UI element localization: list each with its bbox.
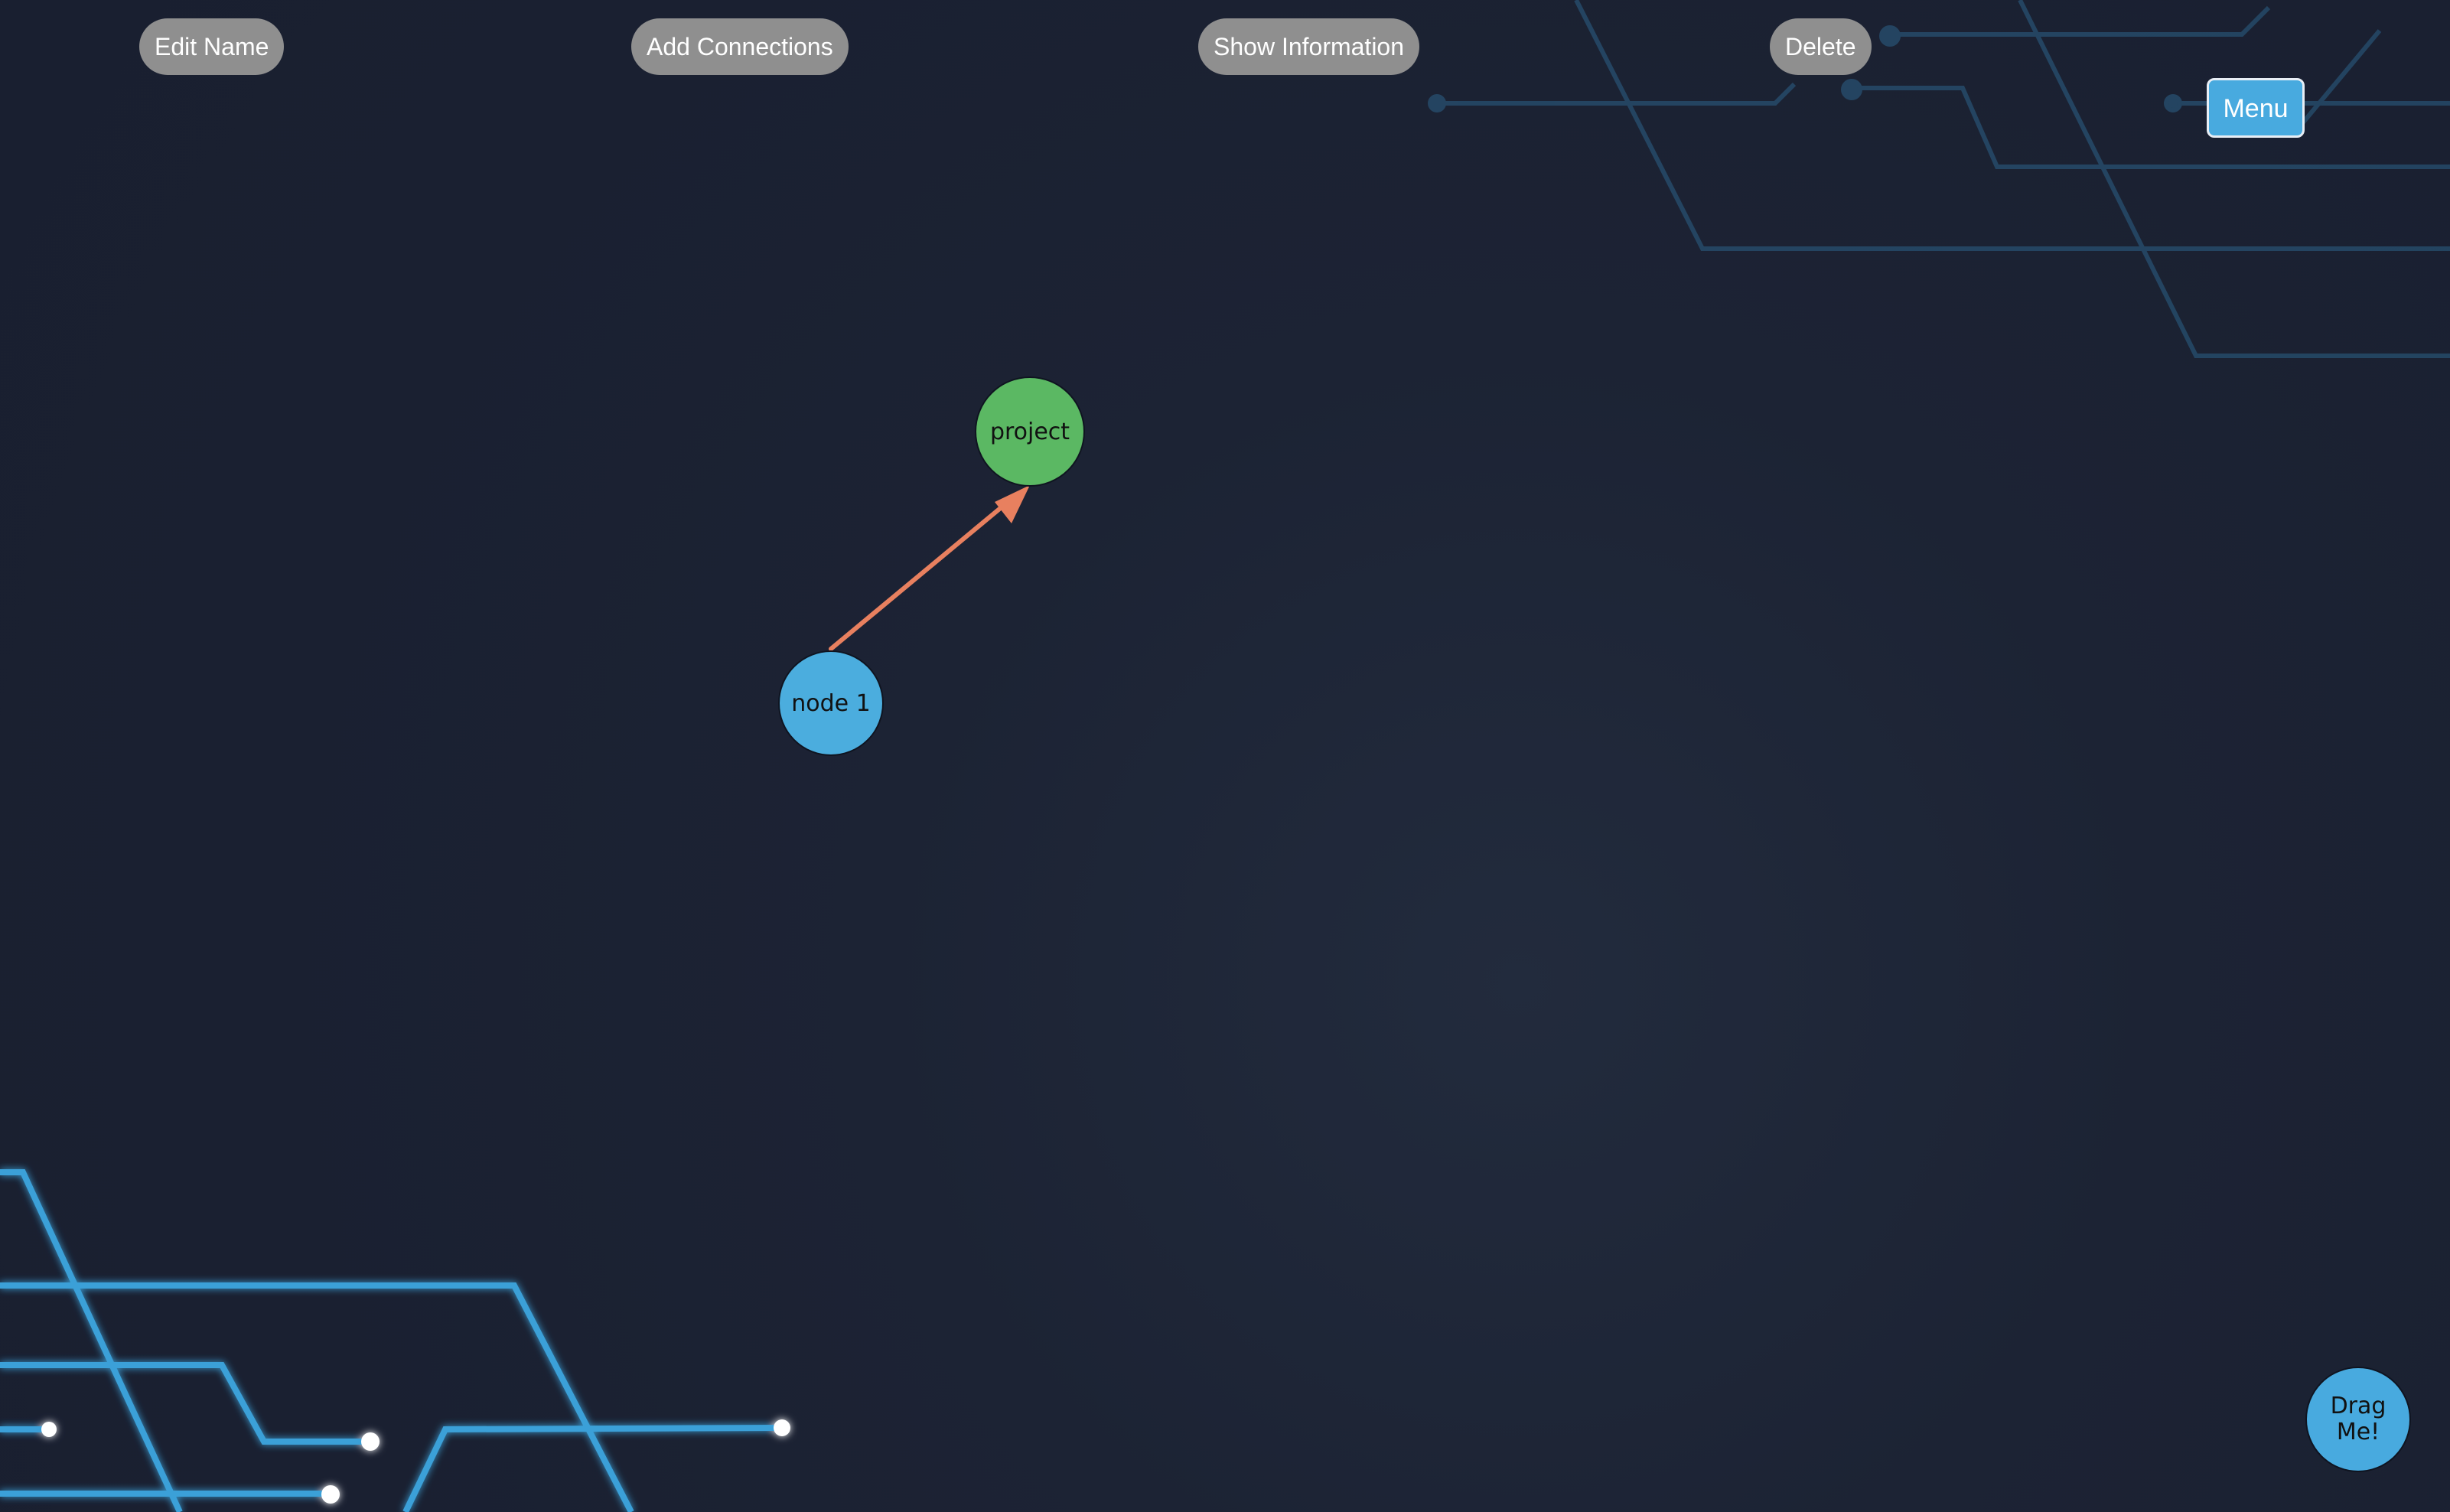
node-label: node 1 — [791, 689, 871, 717]
graph-canvas[interactable]: Edit Name Add Connections Show Informati… — [0, 0, 2450, 1512]
circuit-traces-bottom-left — [0, 1169, 790, 1512]
circuit-background — [0, 0, 2450, 1512]
node-label: project — [989, 418, 1070, 445]
drag-me-node[interactable]: Drag Me! — [2305, 1367, 2411, 1472]
show-information-button[interactable]: Show Information — [1198, 18, 1420, 75]
edge-arrowhead-icon — [995, 485, 1030, 523]
edge-node1-to-project[interactable] — [829, 485, 1030, 651]
drag-me-label: Drag Me! — [2330, 1393, 2386, 1445]
graph-node-project[interactable]: project — [975, 376, 1085, 487]
circuit-traces-top-right — [1428, 0, 2450, 358]
graph-node-1[interactable]: node 1 — [778, 650, 884, 756]
edit-name-button[interactable]: Edit Name — [139, 18, 285, 75]
add-connections-button[interactable]: Add Connections — [631, 18, 849, 75]
delete-button[interactable]: Delete — [1770, 18, 1872, 75]
menu-button[interactable]: Menu — [2207, 78, 2305, 138]
